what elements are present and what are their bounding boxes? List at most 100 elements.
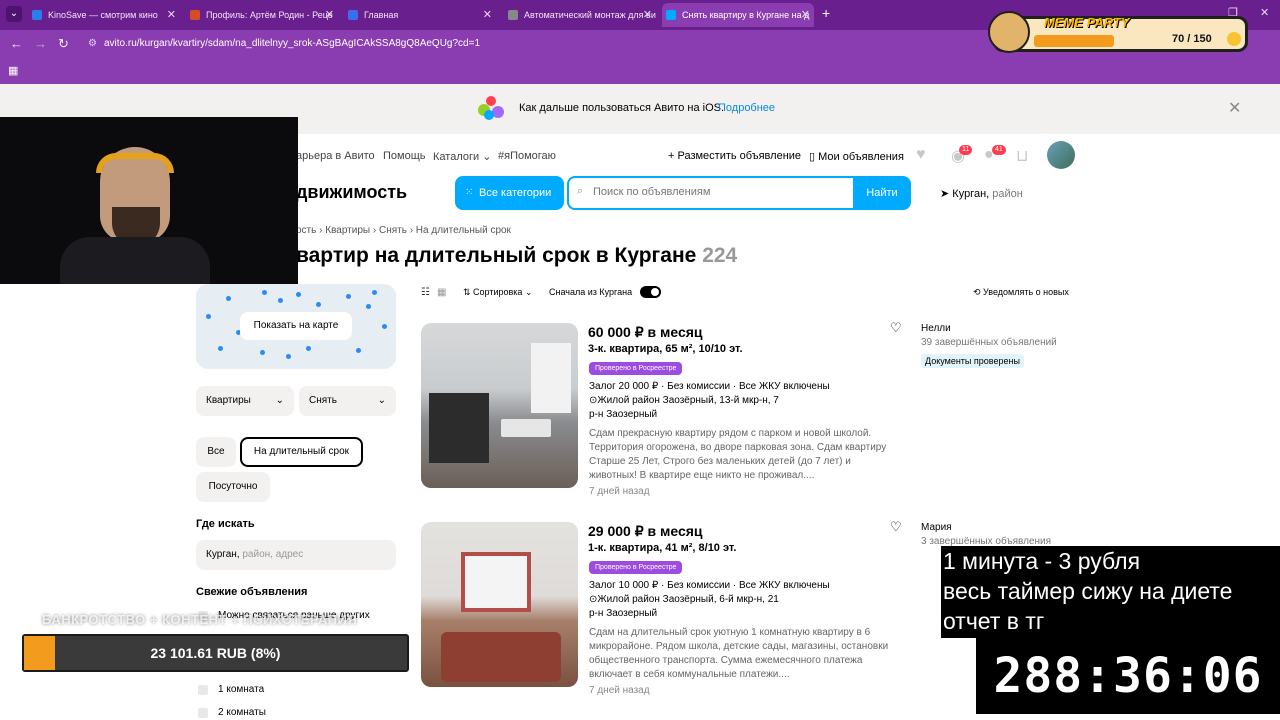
all-categories-button[interactable]: ⁙ Все категории: [455, 176, 564, 210]
listing-photo[interactable]: [421, 323, 578, 488]
user-avatar[interactable]: [1047, 141, 1075, 169]
browser-tab-home[interactable]: Главная ✕: [344, 3, 496, 27]
breadcrumb[interactable]: ость › Квартиры › Снять › На длительный …: [296, 225, 511, 236]
search-box: ⌕ Найти: [567, 176, 911, 210]
nav-career[interactable]: арьера в Авито: [296, 150, 375, 162]
sort-label: Сортировка ⌄: [473, 287, 533, 297]
map-preview[interactable]: Показать на карте: [196, 284, 396, 369]
term-all-chip[interactable]: Все: [196, 437, 236, 467]
meme-party-widget: MEME PARTY 70 / 150: [988, 11, 1248, 53]
browser-tab-kinosave[interactable]: KinoSave — смотрим кино ✕: [28, 3, 180, 27]
close-window-icon[interactable]: ✕: [1260, 6, 1269, 19]
listing-photo[interactable]: [421, 522, 578, 687]
notify-new-link[interactable]: ⟲ Уведомлять о новых: [973, 287, 1069, 298]
term-daily-chip[interactable]: Посуточно: [196, 472, 270, 502]
search-input[interactable]: [593, 186, 843, 198]
messages-badge: 41: [992, 145, 1006, 155]
close-banner-icon[interactable]: ✕: [1228, 98, 1241, 118]
browser-tab-montage[interactable]: Автоматический монтаж для ви ✕: [504, 3, 656, 27]
donation-goal-title: БАНКРОТСТВО + КОНТЕНТ + ПСИХОТЕРАПИЯ: [42, 612, 358, 627]
close-tab-icon[interactable]: ✕: [801, 3, 810, 27]
reload-icon[interactable]: ↻: [58, 36, 69, 52]
section-title: движимость: [296, 182, 408, 202]
show-on-map-button[interactable]: Показать на карте: [240, 312, 352, 340]
donation-goal-min: 0: [22, 678, 28, 689]
location-filter-placeholder: район, адрес: [239, 549, 304, 560]
profile-favicon-icon: [190, 10, 200, 20]
room-1-checkbox[interactable]: [198, 685, 208, 695]
close-tab-icon[interactable]: ✕: [325, 3, 334, 27]
close-tab-icon[interactable]: ✕: [167, 3, 176, 27]
back-icon[interactable]: ←: [10, 36, 23, 51]
location-selector[interactable]: ➤ Курган, район: [940, 187, 1023, 200]
donation-goal-max: 300 000: [354, 678, 391, 689]
new-tab-button[interactable]: +: [822, 5, 830, 21]
close-tab-icon[interactable]: ✕: [483, 3, 492, 27]
url-field[interactable]: ⚙ avito.ru/kurgan/kvartiry/sdam/na_dlite…: [84, 34, 984, 54]
favorite-heart-icon[interactable]: ♡: [890, 519, 902, 535]
room-1-label: 1 комната: [218, 684, 265, 695]
listing-params: Залог 20 000 ₽ · Без комиссии · Все ЖКУ …: [589, 381, 830, 392]
docs-verified-badge: Документы проверены: [921, 354, 1024, 368]
kinosave-favicon-icon: [32, 10, 42, 20]
listing-title[interactable]: 3-к. квартира, 65 м², 10/10 эт.: [588, 343, 743, 355]
notify-icon: ⟲: [973, 287, 984, 297]
doge-icon: [988, 11, 1030, 53]
forward-icon[interactable]: →: [34, 36, 47, 51]
listing-price[interactable]: 60 000 ₽ в месяц: [588, 324, 703, 341]
favorites-heart-icon[interactable]: ♥: [916, 146, 926, 164]
my-ads-label: Мои объявления: [818, 151, 904, 163]
browser-tab-avito[interactable]: Снять квартиру в Кургане на д ✕: [662, 3, 814, 27]
sort-dropdown[interactable]: ⇅ Сортировка ⌄: [463, 287, 532, 298]
verified-badge: Проверено в Росреестре: [589, 362, 683, 375]
stream-rules-box: 1 минута - 3 рубля весь таймер сижу на д…: [941, 546, 1280, 638]
verified-badge: Проверено в Росреестре: [589, 561, 683, 574]
my-ads-link[interactable]: ▯ Мои объявления: [809, 150, 904, 163]
post-ad-link[interactable]: + Разместить объявление: [668, 150, 801, 162]
site-info-icon[interactable]: ⚙: [88, 34, 97, 54]
results-count: 224: [702, 244, 738, 267]
list-view-icon[interactable]: ☷: [421, 287, 430, 298]
location-filter-city: Курган,: [206, 549, 240, 560]
listing-age: 7 дней назад: [589, 486, 650, 497]
favorite-heart-icon[interactable]: ♡: [890, 320, 902, 336]
close-tab-icon[interactable]: ✕: [643, 3, 652, 27]
banner-more-link[interactable]: Подробнее: [718, 102, 775, 114]
sort-icon: ⇅: [463, 287, 474, 297]
coin-icon: [1227, 32, 1241, 46]
stream-timer: 288:36:06: [976, 638, 1280, 714]
seller-name[interactable]: Нелли: [921, 323, 951, 334]
tab-label: Профиль: Артём Родин - Реце: [206, 10, 333, 20]
room-2-checkbox[interactable]: [198, 708, 208, 718]
near-first-toggle[interactable]: [640, 286, 661, 298]
tab-label: Снять квартиру в Кургане на д: [682, 10, 810, 20]
nav-help[interactable]: Помощь: [383, 150, 426, 162]
listing-address: ⊙Жилой район Заозёрный, 6-й мкр-н, 21: [589, 594, 779, 605]
banner-text: Как дальше пользоваться Авито на iOS.: [519, 102, 725, 114]
grid-view-icon[interactable]: ▦: [437, 287, 446, 298]
browser-tab-profile[interactable]: Профиль: Артём Родин - Реце ✕: [186, 3, 338, 27]
listing-price[interactable]: 29 000 ₽ в месяц: [588, 523, 703, 540]
seller-name[interactable]: Мария: [921, 522, 952, 533]
nav-i-help[interactable]: #яПомогаю: [498, 150, 556, 162]
apps-grid-icon[interactable]: ▦: [8, 64, 18, 77]
listing-title[interactable]: 1-к. квартира, 41 м², 8/10 эт.: [588, 542, 736, 554]
notify-label: Уведомлять о новых: [983, 287, 1069, 297]
tab-label: Главная: [364, 10, 399, 20]
listing-params: Залог 10 000 ₽ · Без комиссии · Все ЖКУ …: [589, 580, 830, 591]
fresh-title: Свежие объявления: [196, 586, 308, 598]
term-long-chip[interactable]: На длительный срок: [240, 437, 363, 467]
cart-icon[interactable]: ⊔: [1016, 146, 1028, 166]
listing-district: р-н Заозерный: [589, 608, 658, 619]
meme-progress-bar: [1034, 35, 1114, 47]
deal-select[interactable]: Снять ⌄: [299, 386, 396, 416]
notifications-badge: 11: [959, 145, 973, 155]
tab-search-menu[interactable]: ⌄: [6, 6, 22, 22]
search-button[interactable]: Найти: [853, 176, 911, 210]
search-icon: ⌕: [577, 185, 584, 197]
nav-catalogs[interactable]: Каталоги ⌄: [433, 150, 491, 163]
location-filter-input[interactable]: Курган, район, адрес: [196, 540, 396, 570]
near-first-label: Сначала из Кургана: [549, 287, 633, 297]
category-select[interactable]: Квартиры ⌄: [196, 386, 294, 416]
seller-stats: 39 завершённых объявлений: [921, 337, 1057, 348]
